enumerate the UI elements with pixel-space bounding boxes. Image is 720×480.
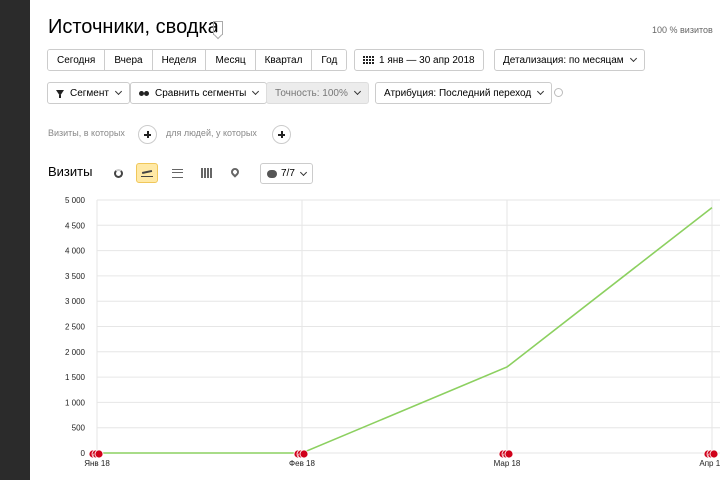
map-view-button[interactable]: [224, 163, 246, 183]
period-selector: Сегодня Вчера Неделя Месяц Квартал Год: [47, 49, 348, 71]
annotation-marker-label: н: [92, 453, 95, 459]
chevron-down-icon: [629, 54, 637, 63]
area-view-button[interactable]: [166, 163, 188, 183]
annotations-count: 7/7: [281, 168, 295, 179]
comment-icon: [267, 169, 277, 178]
y-tick-label: 5 000: [65, 196, 86, 205]
x-tick-label: Мар 18: [494, 459, 521, 468]
y-tick-label: 4 000: [65, 247, 86, 256]
detail-dropdown[interactable]: Детализация: по месяцам: [494, 49, 645, 71]
add-visits-filter-button[interactable]: [138, 125, 157, 144]
chevron-down-icon: [299, 168, 307, 176]
period-today-button[interactable]: Сегодня: [48, 50, 106, 70]
chevron-down-icon: [114, 87, 123, 96]
segment-label: Сегмент: [70, 87, 109, 99]
y-tick-label: 500: [72, 424, 86, 433]
x-tick-label: Фев 18: [289, 459, 315, 468]
pie-chart-icon: [113, 168, 123, 178]
period-month-button[interactable]: Месяц: [206, 50, 256, 70]
map-pin-icon: [229, 166, 241, 178]
annotation-marker: [94, 449, 104, 459]
visits-line-chart: 0 500 1 000 1 500 2 000 2 500 3 000 3 500 4 000 4…: [65, 196, 720, 468]
bar-chart-icon: [200, 168, 212, 178]
date-range-label: 1 янв — 30 апр 2018: [379, 54, 475, 66]
y-tick-label: 2 000: [65, 348, 86, 357]
filter-icon: [56, 89, 65, 98]
chevron-down-icon: [252, 87, 260, 96]
annotation-marker: [299, 449, 309, 459]
compare-label: Сравнить сегменты: [155, 87, 247, 99]
line-view-button[interactable]: [136, 163, 158, 183]
x-tick-label: Янв 18: [84, 459, 110, 468]
y-tick-label: 3 500: [65, 272, 86, 281]
chart-title: Визиты: [48, 164, 93, 179]
y-tick-label: 1 000: [65, 398, 86, 407]
bars-view-button[interactable]: [195, 163, 217, 183]
period-quarter-button[interactable]: Квартал: [255, 50, 313, 70]
people-filter-label: для людей, у которых: [166, 128, 257, 138]
compare-icon: [139, 89, 150, 98]
attribution-dropdown[interactable]: Атрибуция: Последний переход: [375, 82, 553, 104]
y-tick-label: 1 500: [65, 373, 86, 382]
add-people-filter-button[interactable]: [272, 125, 291, 144]
period-week-button[interactable]: Неделя: [152, 50, 207, 70]
period-year-button[interactable]: Год: [312, 50, 347, 70]
accuracy-label: Точность: 100%: [275, 87, 348, 99]
chevron-down-icon: [537, 87, 545, 96]
period-yesterday-button[interactable]: Вчера: [105, 50, 153, 70]
accuracy-dropdown[interactable]: Точность: 100%: [266, 82, 369, 104]
segment-dropdown[interactable]: Сегмент: [47, 82, 130, 104]
annotation-marker-label: н: [707, 453, 710, 459]
visits-series-line: [97, 206, 713, 454]
y-tick-label: 4 500: [65, 221, 86, 230]
annotation-marker-label: н: [297, 453, 300, 459]
chevron-down-icon: [353, 87, 361, 96]
bookmark-icon[interactable]: [213, 21, 223, 35]
page-title: Источники, сводка: [48, 16, 219, 38]
info-icon[interactable]: [554, 88, 563, 97]
detail-label: Детализация: по месяцам: [503, 54, 624, 66]
annotations-dropdown[interactable]: 7/7: [260, 163, 313, 184]
line-chart-icon: [141, 170, 153, 177]
y-tick-label: 0: [81, 449, 86, 458]
attribution-label: Атрибуция: Последний переход: [384, 87, 532, 99]
area-chart-icon: [171, 168, 183, 178]
y-tick-label: 3 000: [65, 297, 86, 306]
annotation-marker-label: н: [502, 453, 505, 459]
visits-percent-label: 100 % визитов: [652, 25, 713, 35]
pie-view-button[interactable]: [107, 163, 129, 183]
annotation-marker: [504, 449, 514, 459]
annotation-marker: [709, 449, 719, 459]
visits-filter-label: Визиты, в которых: [48, 128, 125, 138]
date-range-button[interactable]: 1 янв — 30 апр 2018: [354, 49, 484, 71]
y-tick-label: 2 500: [65, 323, 86, 332]
compare-segments-dropdown[interactable]: Сравнить сегменты: [130, 82, 268, 104]
calendar-icon: [363, 55, 374, 65]
x-tick-label: Апр 18: [699, 459, 720, 468]
